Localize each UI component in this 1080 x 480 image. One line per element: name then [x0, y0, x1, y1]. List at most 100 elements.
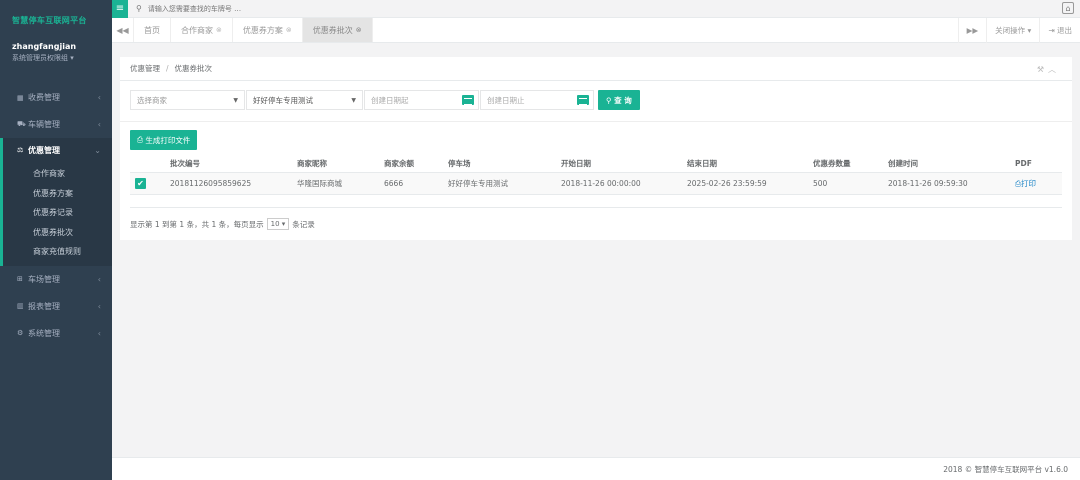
- merchant-select[interactable]: 选择商家 ▼: [130, 90, 245, 110]
- chevron-left-icon: ‹: [97, 274, 101, 284]
- cell-count: 500: [813, 179, 828, 188]
- car-icon: ⛟: [17, 120, 26, 128]
- col-header-parking[interactable]: 停车场: [448, 158, 471, 169]
- footer: 2018 © 智慧停车互联网平台 v1.6.0: [112, 457, 1080, 480]
- tab-bar-right: ▶▶ 关闭操作 ▾ ⇥ 退出: [957, 18, 1080, 43]
- sidebar: 智慧停车互联网平台 zhangfangjian 系统管理员权限组 ▾ ▦ 收费管…: [0, 0, 112, 480]
- sidebar-item-label: 收费管理: [28, 93, 60, 102]
- user-role-dropdown[interactable]: 系统管理员权限组 ▾: [12, 53, 100, 64]
- calendar-icon[interactable]: [462, 95, 474, 105]
- tab-partners[interactable]: 合作商家 ⊗: [171, 18, 233, 42]
- cell-merchant: 华隆国际商城: [297, 179, 342, 188]
- sidebar-item-reports[interactable]: ▥ 报表管理 ‹: [0, 293, 112, 320]
- print-link[interactable]: ⎙打印: [1015, 178, 1036, 189]
- brand-title: 智慧停车互联网平台: [12, 15, 87, 25]
- date-end-placeholder: 创建日期止: [487, 95, 525, 105]
- col-header-balance[interactable]: 商家余额: [384, 158, 414, 169]
- calendar-icon[interactable]: [577, 95, 589, 105]
- tab-label: 优惠券批次: [312, 25, 353, 35]
- page-size-select[interactable]: 10 ▾: [266, 218, 290, 230]
- page-size-value: 10: [270, 220, 280, 228]
- logout-button[interactable]: ⇥ 退出: [1039, 18, 1080, 43]
- generate-print-label: 生成打印文件: [145, 135, 191, 145]
- search-icon: ⚲: [136, 4, 142, 13]
- cell-batch-no: 20181126095859625: [170, 179, 252, 188]
- sidebar-menu-lower: ⊞ 车场管理 ‹ ▥ 报表管理 ‹ ⚙ 系统管理 ‹: [0, 266, 112, 347]
- submenu-item-coupon-records[interactable]: 优惠券记录: [3, 203, 112, 223]
- col-header-start[interactable]: 开始日期: [561, 158, 591, 169]
- query-button-label: 查 询: [614, 95, 632, 105]
- cell-start: 2018-11-26 00:00:00: [561, 179, 641, 188]
- chevron-down-icon: ⌄: [94, 145, 101, 155]
- shirt-icon[interactable]: ⌂: [1062, 2, 1074, 14]
- submenu-item-coupon-plans[interactable]: 优惠券方案: [3, 184, 112, 204]
- col-header-end[interactable]: 结束日期: [687, 158, 717, 169]
- close-ops-dropdown[interactable]: 关闭操作 ▾: [986, 18, 1039, 43]
- sidebar-item-vehicles[interactable]: ⛟ 车辆管理 ‹: [0, 111, 112, 138]
- close-icon[interactable]: ⊗: [286, 26, 292, 34]
- pagination-text: 显示第 1 到第 1 条，共 1 条，每页显示: [130, 219, 264, 229]
- submenu-item-coupon-batches[interactable]: 优惠券批次: [3, 223, 112, 243]
- bar-chart-icon: ▥: [17, 302, 24, 310]
- sidebar-item-label: 系统管理: [28, 328, 60, 338]
- row-checkbox[interactable]: ✔: [135, 178, 146, 189]
- tab-label: 优惠券方案: [242, 25, 283, 35]
- submenu-item-partners[interactable]: 合作商家: [3, 164, 112, 184]
- sidebar-item-discounts[interactable]: ⚖ 优惠管理 ⌄: [0, 138, 112, 162]
- close-icon[interactable]: ⊗: [216, 26, 222, 34]
- breadcrumb: 优惠管理 / 优惠券批次: [120, 57, 1072, 81]
- sidebar-item-parking-lots[interactable]: ⊞ 车场管理 ‹: [0, 266, 112, 293]
- plate-search-input[interactable]: [147, 4, 448, 13]
- col-header-batch-no[interactable]: 批次编号: [170, 158, 200, 169]
- wrench-icon[interactable]: ⚒: [1037, 65, 1048, 74]
- gears-icon: ⚙: [17, 329, 24, 337]
- sidebar-item-label: 车场管理: [28, 274, 60, 284]
- breadcrumb-parent: 优惠管理: [130, 64, 160, 73]
- chevron-left-icon: ‹: [97, 93, 101, 102]
- tab-label: 首页: [144, 25, 160, 35]
- col-header-count[interactable]: 优惠券数量: [813, 158, 851, 169]
- query-button[interactable]: ⚲ 查 询: [598, 90, 640, 110]
- cell-balance: 6666: [384, 179, 404, 188]
- cell-created: 2018-11-26 09:59:30: [888, 179, 968, 188]
- pagination-info: 显示第 1 到第 1 条，共 1 条，每页显示 10 ▾ 条记录: [130, 218, 315, 230]
- tab-bar: ◀◀ 首页 合作商家 ⊗ 优惠券方案 ⊗ 优惠券批次 ⊗ ▶▶ 关闭操作 ▾ ⇥ 退出: [112, 18, 1080, 43]
- date-start-input[interactable]: 创建日期起: [364, 90, 479, 110]
- tab-scroll-left-icon[interactable]: ◀◀: [112, 18, 134, 42]
- chevron-left-icon: ‹: [97, 301, 101, 311]
- menu-toggle-icon[interactable]: ≡: [112, 0, 128, 18]
- divider: [120, 121, 1072, 122]
- date-end-input[interactable]: 创建日期止: [480, 90, 594, 110]
- chevron-up-icon[interactable]: ︿: [1048, 65, 1060, 74]
- sidebar-item-label: 报表管理: [28, 301, 60, 311]
- print-link-label: 打印: [1021, 179, 1036, 188]
- table-header: 批次编号 商家昵称 商家余额 停车场 开始日期 结束日期 优惠券数量 创建时间 …: [130, 154, 1062, 173]
- caret-down-icon: ▼: [351, 96, 356, 104]
- sidebar-item-system[interactable]: ⚙ 系统管理 ‹: [0, 320, 112, 347]
- table-row[interactable]: ✔ 20181126095859625 华隆国际商城 6666 好好停车专用测试…: [130, 173, 1062, 195]
- binoculars-icon: ⊞: [17, 275, 23, 283]
- sidebar-item-label: 车辆管理: [28, 120, 60, 129]
- breadcrumb-separator: /: [166, 64, 169, 73]
- generate-print-file-button[interactable]: ⎙ 生成打印文件: [130, 130, 198, 150]
- parking-select-value: 好好停车专用测试: [253, 95, 313, 105]
- sidebar-item-fees[interactable]: ▦ 收费管理 ‹: [0, 84, 112, 111]
- col-header-merchant[interactable]: 商家昵称: [297, 158, 327, 169]
- submenu-item-recharge-rules[interactable]: 商家充值规则: [3, 242, 112, 262]
- col-header-created[interactable]: 创建时间: [888, 158, 918, 169]
- col-header-pdf: PDF: [1015, 158, 1032, 168]
- close-ops-label: 关闭操作: [995, 26, 1026, 35]
- tab-coupon-batches[interactable]: 优惠券批次 ⊗: [302, 18, 373, 42]
- discount-submenu: 合作商家 优惠券方案 优惠券记录 优惠券批次 商家充值规则: [0, 162, 112, 266]
- footer-text: 2018 © 智慧停车互联网平台 v1.6.0: [943, 464, 1068, 474]
- cell-end: 2025-02-26 23:59:59: [687, 179, 767, 188]
- parking-select[interactable]: 好好停车专用测试 ▼: [246, 90, 363, 110]
- merchant-select-value: 选择商家: [137, 95, 167, 105]
- pagination-suffix: 条记录: [292, 219, 315, 229]
- close-icon[interactable]: ⊗: [356, 26, 362, 34]
- tab-scroll-right-icon[interactable]: ▶▶: [957, 18, 987, 43]
- tab-coupon-plans[interactable]: 优惠券方案 ⊗: [233, 18, 303, 42]
- tab-home[interactable]: 首页: [134, 18, 171, 42]
- logout-icon: ⇥: [1048, 26, 1055, 35]
- user-profile[interactable]: zhangfangjian 系统管理员权限组 ▾: [0, 40, 112, 84]
